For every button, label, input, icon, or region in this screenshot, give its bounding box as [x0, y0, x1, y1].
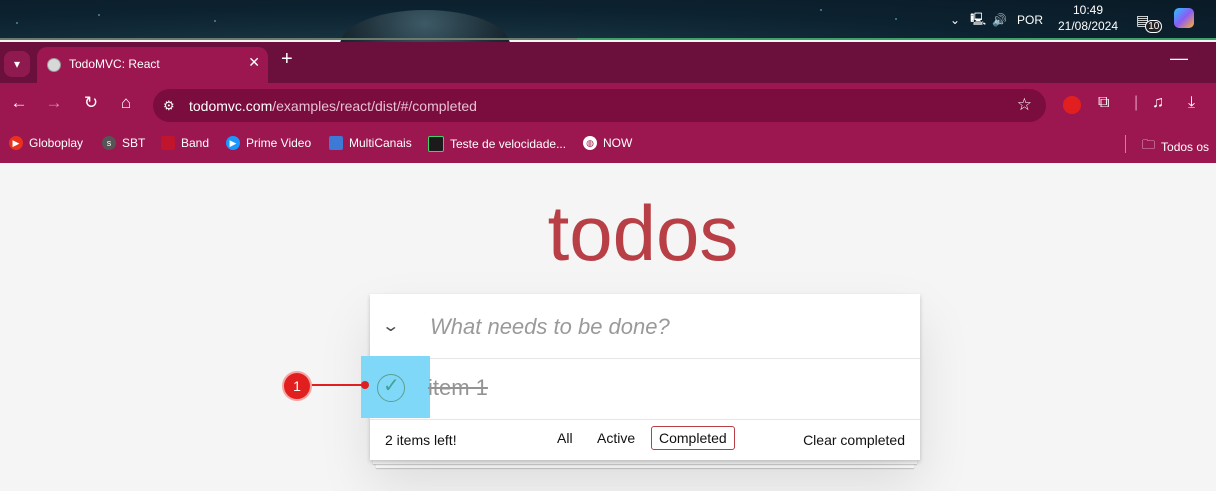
new-tab-button[interactable]: + — [281, 48, 293, 71]
clock-date: 21/08/2024 — [1057, 19, 1119, 33]
bookmarks-separator — [1125, 135, 1126, 153]
toggle-all-chevron-icon[interactable]: ⌄ — [381, 316, 400, 336]
bookmark-star-icon[interactable]: ☆ — [1017, 95, 1032, 115]
taskbar-clock[interactable]: 10:49 21/08/2024 — [1052, 2, 1124, 34]
annotation-badge: 1 — [282, 371, 312, 401]
media-control-icon[interactable]: ♫ — [1152, 94, 1164, 112]
filter-completed[interactable]: Completed — [651, 426, 735, 450]
wallpaper-star — [895, 18, 897, 20]
wallpaper-star — [214, 20, 216, 22]
bookmark-now[interactable]: ◍ NOW — [583, 136, 632, 150]
checkmark-icon: ✓ — [383, 375, 400, 397]
speedtest-icon — [428, 136, 444, 152]
toolbar-separator: | — [1134, 94, 1139, 111]
band-icon — [161, 136, 175, 150]
forward-arrow-icon[interactable]: → — [43, 93, 65, 113]
home-icon[interactable]: ⌂ — [115, 93, 137, 113]
chevron-down-icon: ▾ — [13, 57, 21, 71]
globoplay-icon: ▶ — [9, 136, 23, 150]
bookmark-label: NOW — [603, 136, 633, 150]
browser-tab-strip: ▾ TodoMVC: React ✕ + — — [0, 42, 1216, 83]
tab-search-button[interactable]: ▾ — [4, 51, 30, 77]
bookmark-speedtest[interactable]: Teste de velocidade... — [428, 136, 566, 152]
other-bookmarks-folder[interactable]: 🗀 Todos os — [1142, 136, 1209, 158]
clock-time: 10:49 — [1072, 3, 1104, 17]
bookmark-multicanais[interactable]: MultiCanais — [329, 136, 412, 150]
notification-count-badge: 10 — [1145, 19, 1163, 33]
bookmark-label: Band — [181, 136, 210, 150]
system-tray: ⌄ 🖳 🔊 POR — [950, 0, 1043, 40]
extensions-puzzle-icon[interactable]: ⧉ — [1098, 94, 1109, 112]
items-left-count: 2 items left! — [385, 432, 457, 448]
todo-label[interactable]: item 1 — [428, 375, 488, 401]
reload-icon[interactable]: ↻ — [80, 93, 102, 113]
globe-favicon-icon — [47, 58, 61, 72]
new-todo-input[interactable]: What needs to be done? — [430, 314, 670, 340]
folder-icon: 🗀 — [1142, 137, 1156, 152]
prime-video-icon: ▶ — [226, 136, 240, 150]
globe-icon: ◍ — [583, 136, 597, 150]
sbt-icon: s — [102, 136, 116, 150]
wallpaper-star — [820, 9, 822, 11]
multicanais-icon — [329, 136, 343, 150]
network-icon[interactable]: 🖳 — [970, 10, 986, 31]
todo-footer: 2 items left! All Active Completed Clear… — [370, 419, 920, 461]
notification-center[interactable]: ▤ 10 — [1136, 0, 1163, 40]
filter-all[interactable]: All — [549, 426, 581, 450]
list-stack-shadow — [376, 464, 914, 468]
todo-app: ⌄ What needs to be done? ✓ item 1 2 item… — [361, 294, 920, 461]
bookmark-label: SBT — [122, 136, 146, 150]
bookmark-label: Globoplay — [29, 136, 84, 150]
browser-toolbar: ← → ↻ ⌂ ⚙ todomvc.com/examples/react/dis… — [0, 83, 1216, 127]
bookmark-globoplay[interactable]: ▶ Globoplay — [9, 136, 83, 150]
language-indicator[interactable]: POR — [1017, 13, 1043, 27]
chevron-up-icon[interactable]: ⌄ — [950, 13, 960, 27]
url-path: /examples/react/dist/#/completed — [272, 98, 477, 114]
bookmark-prime-video[interactable]: ▶ Prime Video — [226, 136, 311, 150]
wallpaper-star — [98, 14, 100, 16]
taskbar-divider-accent — [577, 38, 1216, 40]
bookmark-label: Teste de velocidade... — [450, 137, 567, 151]
filter-active[interactable]: Active — [589, 426, 643, 450]
adblock-extension-icon[interactable] — [1063, 96, 1081, 114]
bookmark-label: Todos os — [1161, 140, 1210, 154]
address-bar[interactable]: ⚙ todomvc.com/examples/react/dist/#/comp… — [153, 89, 1046, 122]
back-arrow-icon[interactable]: ← — [8, 93, 30, 113]
windows-taskbar: ⌄ 🖳 🔊 POR 10:49 21/08/2024 ▤ 10 — [0, 0, 1216, 80]
bookmark-label: Prime Video — [246, 136, 312, 150]
annotation-pointer-line — [310, 384, 365, 386]
copilot-icon[interactable] — [1174, 8, 1194, 28]
todo-item[interactable]: ✓ item 1 — [361, 356, 920, 418]
tab-title: TodoMVC: React — [69, 57, 160, 71]
volume-icon[interactable]: 🔊 — [992, 13, 1007, 27]
minimize-window-button[interactable]: — — [1170, 48, 1188, 69]
url-text[interactable]: todomvc.com/examples/react/dist/#/comple… — [189, 98, 477, 114]
bookmark-band[interactable]: Band — [161, 136, 209, 150]
bookmark-sbt[interactable]: s SBT — [102, 136, 145, 150]
url-host: todomvc.com — [189, 98, 273, 114]
wallpaper-star — [16, 22, 18, 24]
download-icon[interactable]: ⤓ — [1188, 94, 1195, 112]
bookmarks-bar: ▶ Globoplay s SBT Band ▶ Prime Video MultiC… — [0, 127, 1216, 163]
site-info-icon[interactable]: ⚙ — [163, 98, 175, 114]
annotation-pointer-dot — [361, 381, 369, 389]
bookmark-label: MultiCanais — [349, 136, 412, 150]
close-tab-icon[interactable]: ✕ — [248, 54, 260, 71]
clear-completed-button[interactable]: Clear completed — [803, 432, 905, 448]
page-title: todos — [547, 189, 739, 277]
browser-tab[interactable]: TodoMVC: React ✕ — [37, 47, 268, 83]
